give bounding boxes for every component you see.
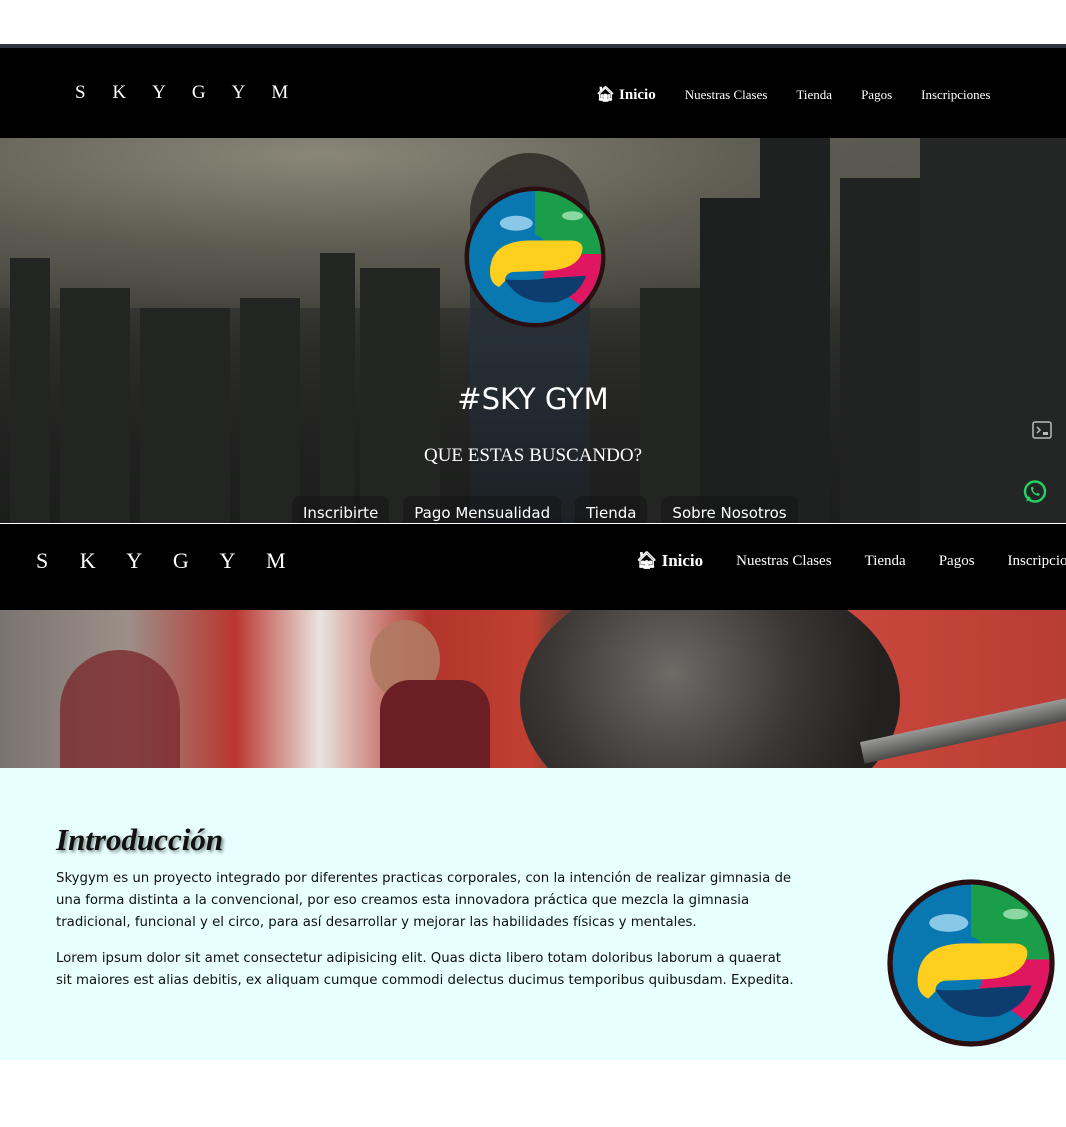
nav-item-inicio[interactable]: 🏠︎ Inicio (636, 551, 703, 571)
tienda-button[interactable]: Tienda (575, 496, 648, 523)
banner-figure (60, 650, 180, 768)
nav-item-nuestras-clases[interactable]: Nuestras Clases (736, 553, 831, 570)
intro-paragraph: Lorem ipsum dolor sit amet consectetur a… (56, 951, 794, 988)
nav-item-nuestras-clases[interactable]: Nuestras Clases (685, 87, 768, 103)
sky-gym-logo (464, 186, 606, 328)
inscribirte-button[interactable]: Inscribirte (292, 496, 390, 523)
navbar-top: S K Y G Y M 🏠︎ Inicio Nuestras Clases Tie… (0, 48, 1066, 138)
nav-item-pagos[interactable]: Pagos (861, 87, 892, 103)
intro-paragraph: Skygym es un proyecto integrado por dife… (56, 871, 792, 930)
intro-section: Introducción Skygym es un proyecto integ… (0, 768, 1066, 1060)
gym-banner-image (0, 610, 1066, 768)
hero-button-group: Inscribirte Pago Mensualidad Tienda Sobr… (292, 496, 812, 523)
nav-menu: 🏠︎ Inicio Nuestras Clases Tienda Pagos In… (636, 551, 1066, 571)
brand-logo-text[interactable]: S K Y G Y M (36, 548, 299, 574)
sky-gym-logo (887, 879, 1055, 1047)
banner-weight-plate (520, 610, 900, 768)
home-icon: 🏠︎ (636, 551, 658, 570)
pago-mensualidad-button[interactable]: Pago Mensualidad (403, 496, 562, 523)
hero-subtitle: QUE ESTAS BUSCANDO? (423, 445, 643, 466)
console-icon[interactable] (1032, 421, 1052, 439)
nav-item-inscripciones[interactable]: Inscripciones (921, 87, 990, 103)
nav-item-tienda[interactable]: Tienda (865, 553, 906, 570)
sobre-nosotros-button[interactable]: Sobre Nosotros (661, 496, 798, 523)
banner-figure (380, 680, 490, 768)
nav-item-inscripciones[interactable]: Inscripcion (1008, 553, 1066, 570)
hero-section: #SKY GYM QUE ESTAS BUSCANDO? Inscribirte… (0, 138, 1066, 523)
navbar-second: S K Y G Y M 🏠︎ Inicio Nuestras Clases Tie… (0, 524, 1066, 610)
intro-title: Introducción (56, 822, 224, 857)
nav-item-tienda[interactable]: Tienda (796, 87, 832, 103)
brand-logo-text[interactable]: S K Y G Y M (75, 82, 299, 104)
nav-item-inicio[interactable]: 🏠︎ Inicio (596, 85, 656, 104)
whatsapp-icon[interactable] (1022, 479, 1048, 505)
home-icon: 🏠︎ (596, 87, 616, 103)
city-building (840, 178, 930, 523)
nav-menu: 🏠︎ Inicio Nuestras Clases Tienda Pagos In… (596, 85, 1019, 104)
nav-item-pagos[interactable]: Pagos (939, 553, 975, 570)
nav-item-label: Inicio (661, 551, 704, 570)
nav-item-label: Inicio (619, 87, 656, 103)
hero-title: #SKY GYM (457, 382, 609, 416)
